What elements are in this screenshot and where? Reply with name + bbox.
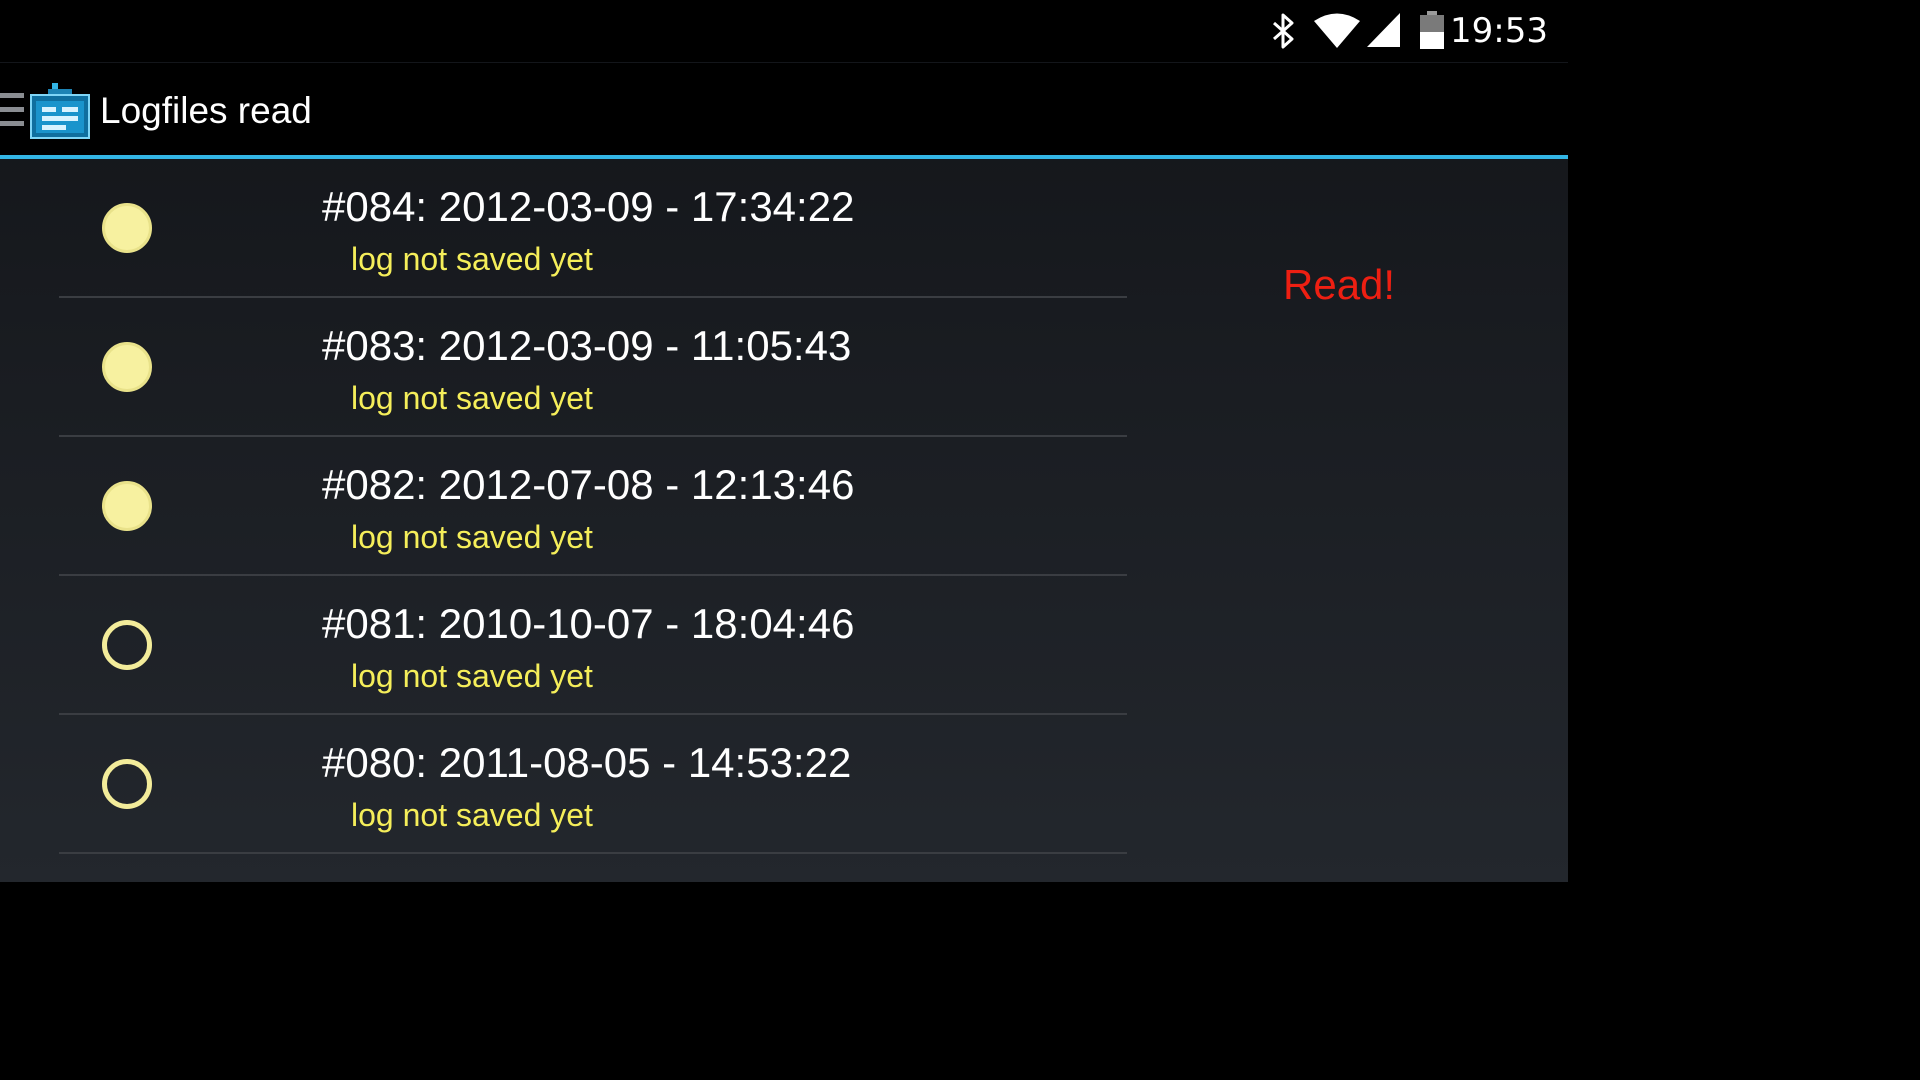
app-logo-icon[interactable] [30,83,90,139]
log-row[interactable]: #082: 2012-07-08 - 12:13:46 log not save… [0,437,1140,576]
read-button[interactable]: Read! [1283,260,1395,310]
row-divider [59,852,1127,854]
bluetooth-icon [1273,13,1294,49]
status-bar: 19:53 [0,0,1568,62]
status-time: 19:53 [1450,11,1548,51]
log-subtitle: log not saved yet [351,380,593,416]
log-title: #083: 2012-03-09 - 11:05:43 [322,322,852,369]
log-title: #081: 2010-10-07 - 18:04:46 [322,600,855,647]
log-row[interactable]: #081: 2010-10-07 - 18:04:46 log not save… [0,576,1140,715]
wifi-icon [1314,13,1360,48]
status-indicator-icon [102,342,152,392]
app-title: Logfiles read [100,90,312,131]
status-indicator-icon [102,759,152,809]
log-title: #080: 2011-08-05 - 14:53:22 [322,739,852,786]
log-subtitle: log not saved yet [351,797,593,833]
status-indicator-icon [102,203,152,253]
drawer-menu-icon[interactable] [0,93,26,131]
status-indicator-icon [102,481,152,531]
log-row[interactable]: #080: 2011-08-05 - 14:53:22 log not save… [0,715,1140,854]
status-indicator-icon [102,620,152,670]
log-title: #084: 2012-03-09 - 17:34:22 [322,183,855,230]
log-subtitle: log not saved yet [351,241,593,277]
battery-icon [1420,11,1444,49]
log-subtitle: log not saved yet [351,519,593,555]
app-screen: 19:53 Logfiles read #084: 2012-03-09 - 1… [0,0,1568,882]
log-row[interactable]: #084: 2012-03-09 - 17:34:22 log not save… [0,159,1140,298]
log-row[interactable]: #083: 2012-03-09 - 11:05:43 log not save… [0,298,1140,437]
log-title: #082: 2012-07-08 - 12:13:46 [322,461,855,508]
log-subtitle: log not saved yet [351,658,593,694]
cell-signal-icon [1367,13,1400,47]
